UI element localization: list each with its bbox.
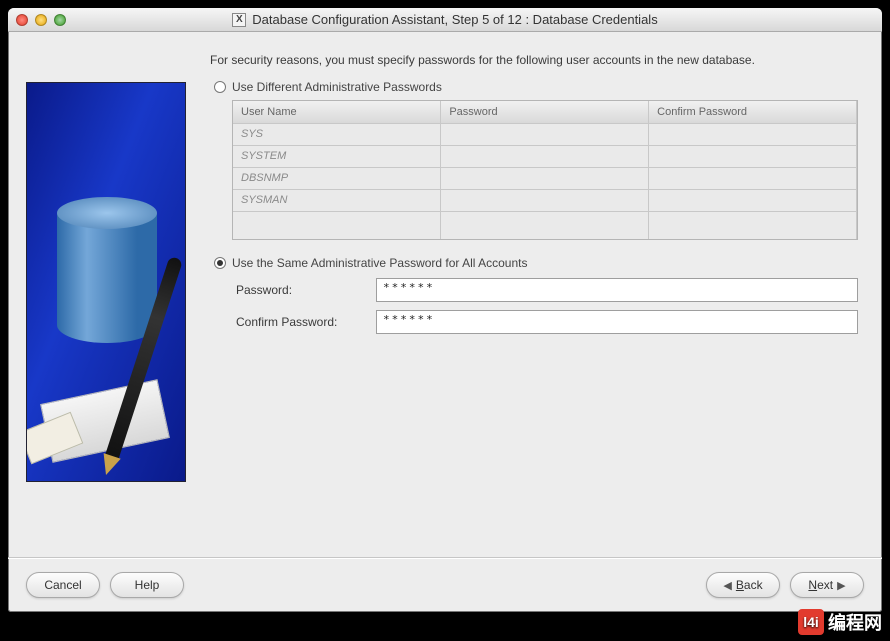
content-area: For security reasons, you must specify p… — [8, 32, 882, 557]
radio-same-password[interactable]: Use the Same Administrative Password for… — [214, 256, 858, 270]
table-row: DBSNMP — [233, 167, 857, 189]
x11-icon: X — [232, 13, 246, 27]
cell-user: DBSNMP — [233, 167, 441, 189]
confirm-password-input[interactable]: ****** — [376, 310, 858, 334]
cell-password[interactable] — [441, 123, 649, 145]
cell-user: SYSTEM — [233, 145, 441, 167]
window-title: Database Configuration Assistant, Step 5… — [252, 12, 657, 27]
password-row: Password: ****** — [236, 278, 858, 302]
confirm-password-row: Confirm Password: ****** — [236, 310, 858, 334]
zoom-icon[interactable] — [54, 14, 66, 26]
radio-label: Use Different Administrative Passwords — [232, 80, 442, 94]
help-button[interactable]: Help — [110, 572, 184, 598]
table-row: SYSTEM — [233, 145, 857, 167]
cell-confirm[interactable] — [649, 189, 857, 211]
table-row: SYSMAN — [233, 189, 857, 211]
cell-password[interactable] — [441, 167, 649, 189]
watermark-badge: l4i — [798, 609, 824, 635]
col-password: Password — [441, 101, 649, 123]
cell-user: SYSMAN — [233, 189, 441, 211]
footer: Cancel Help ◀ Back Next ▶ — [8, 558, 882, 612]
radio-icon — [214, 81, 226, 93]
minimize-icon[interactable] — [35, 14, 47, 26]
app-window: X Database Configuration Assistant, Step… — [8, 8, 882, 612]
cell-user: SYS — [233, 123, 441, 145]
intro-text: For security reasons, you must specify p… — [210, 52, 858, 68]
watermark: l4i 编程网 — [798, 609, 882, 635]
close-icon[interactable] — [16, 14, 28, 26]
table-row: SYS — [233, 123, 857, 145]
cancel-button[interactable]: Cancel — [26, 572, 100, 598]
back-button[interactable]: ◀ Back — [706, 572, 780, 598]
radio-icon — [214, 257, 226, 269]
window-controls — [16, 14, 66, 26]
password-label: Password: — [236, 283, 366, 297]
col-confirm-password: Confirm Password — [649, 101, 857, 123]
next-button[interactable]: Next ▶ — [790, 572, 864, 598]
radio-different-passwords[interactable]: Use Different Administrative Passwords — [214, 80, 858, 94]
cell-confirm[interactable] — [649, 145, 857, 167]
cell-password[interactable] — [441, 189, 649, 211]
wizard-illustration — [26, 82, 186, 482]
user-password-table: User Name Password Confirm Password SYS — [232, 100, 858, 240]
cell-confirm[interactable] — [649, 123, 857, 145]
col-user-name: User Name — [233, 101, 441, 123]
chevron-left-icon: ◀ — [723, 579, 731, 592]
cell-confirm[interactable] — [649, 167, 857, 189]
titlebar: X Database Configuration Assistant, Step… — [8, 8, 882, 32]
password-input[interactable]: ****** — [376, 278, 858, 302]
table-row-empty — [233, 211, 857, 239]
radio-label: Use the Same Administrative Password for… — [232, 256, 527, 270]
cell-password[interactable] — [441, 145, 649, 167]
chevron-right-icon: ▶ — [837, 579, 845, 592]
main-panel: For security reasons, you must specify p… — [186, 52, 864, 547]
confirm-password-label: Confirm Password: — [236, 315, 366, 329]
watermark-text: 编程网 — [828, 609, 882, 635]
